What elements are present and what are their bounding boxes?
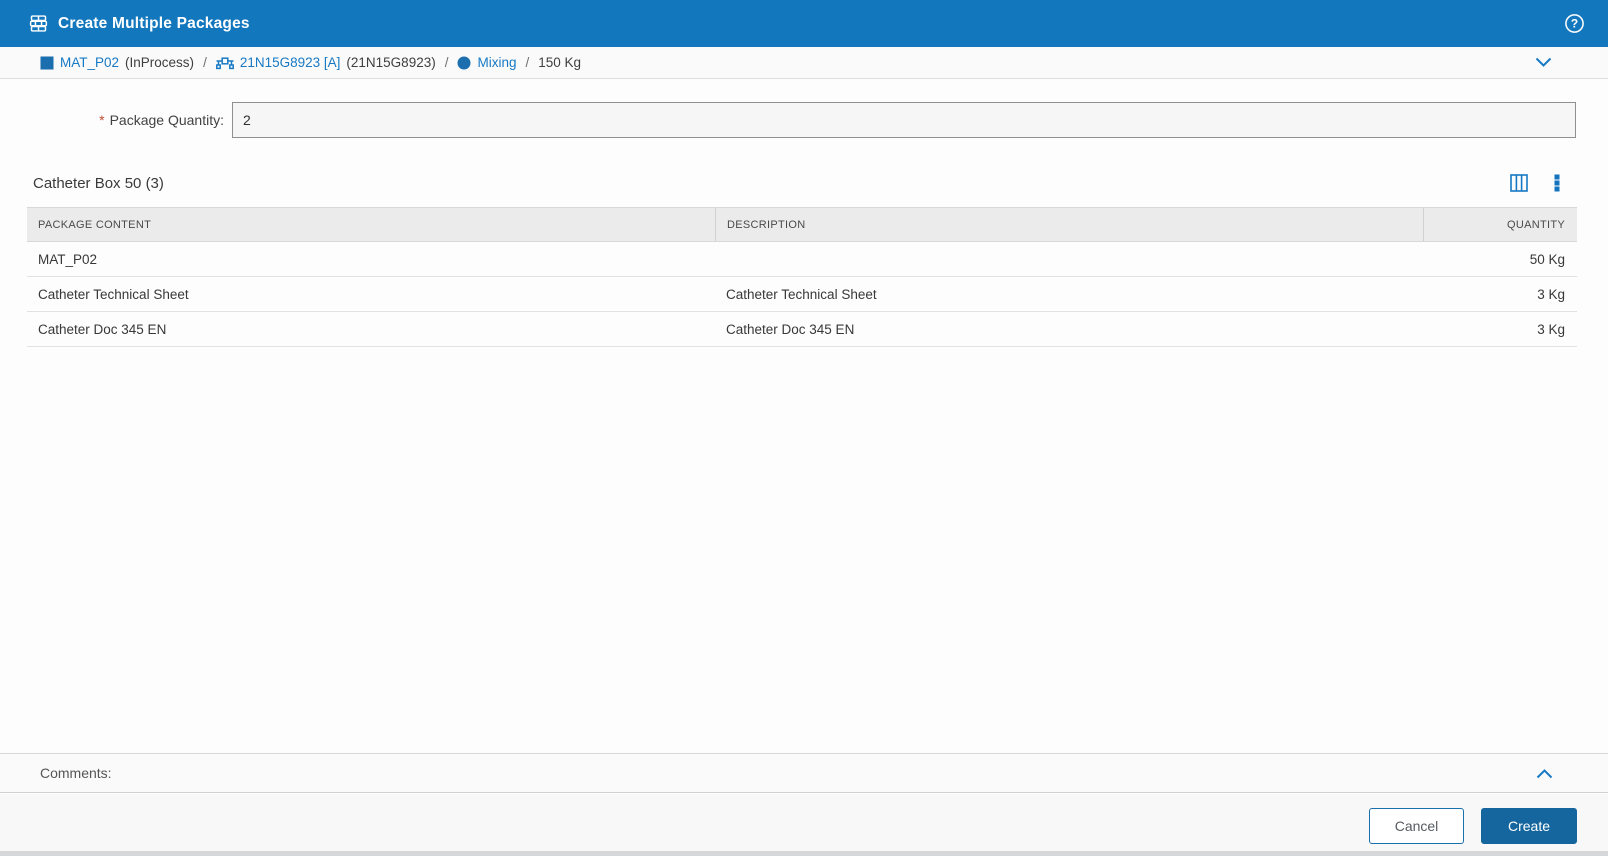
package-quantity-row: * Package Quantity: — [0, 101, 1608, 139]
comments-label: Comments: — [40, 765, 112, 781]
context-quantity: 150 Kg — [538, 55, 582, 70]
cancel-button[interactable]: Cancel — [1369, 808, 1464, 844]
table-row[interactable]: Catheter Doc 345 EN Catheter Doc 345 EN … — [27, 312, 1577, 347]
cell-description: Catheter Doc 345 EN — [726, 321, 855, 337]
comments-collapse-chevron-up-icon[interactable] — [1536, 768, 1553, 779]
step-circle-icon — [457, 56, 471, 70]
column-chooser-icon[interactable] — [1510, 174, 1528, 192]
cell-package-content: MAT_P02 — [38, 251, 98, 267]
package-quantity-label: * Package Quantity: — [99, 112, 224, 128]
column-header-quantity[interactable]: QUANTITY — [1423, 208, 1577, 241]
table-header-row: PACKAGE CONTENT DESCRIPTION QUANTITY — [27, 207, 1577, 242]
svg-text:?: ? — [1571, 17, 1578, 31]
comments-bar[interactable]: Comments: — [0, 753, 1608, 793]
breadcrumb-item-quantity: 150 Kg — [538, 55, 581, 70]
package-section-title: Catheter Box 50 (3) — [33, 174, 164, 192]
cell-package-content: Catheter Technical Sheet — [38, 286, 189, 302]
cell-quantity: 3 Kg — [1537, 321, 1565, 337]
required-asterisk: * — [99, 112, 105, 128]
column-header-description[interactable]: DESCRIPTION — [715, 208, 1423, 241]
page-title: Create Multiple Packages — [58, 14, 250, 32]
step-link[interactable]: Mixing — [477, 55, 516, 70]
breadcrumb: MAT_P02 (InProcess) / 21N15G8923 [A] (21… — [0, 47, 1608, 79]
package-content-table: PACKAGE CONTENT DESCRIPTION QUANTITY MAT… — [27, 207, 1577, 347]
kebab-menu-icon[interactable] — [1554, 174, 1560, 192]
table-row[interactable]: MAT_P02 50 Kg — [27, 242, 1577, 277]
cell-quantity: 50 Kg — [1529, 251, 1565, 267]
context-expand-chevron-down-icon[interactable] — [1535, 57, 1552, 68]
material-square-icon — [40, 56, 54, 70]
material-link[interactable]: MAT_P02 — [60, 55, 119, 70]
cell-quantity: 3 Kg — [1537, 286, 1565, 302]
column-header-package-content[interactable]: PACKAGE CONTENT — [27, 208, 715, 241]
sublot-alt-id: (21N15G8923) — [346, 55, 436, 70]
footer-action-bar: Cancel Create — [0, 794, 1608, 856]
table-row[interactable]: Catheter Technical Sheet Catheter Techni… — [27, 277, 1577, 312]
breadcrumb-separator: / — [444, 55, 449, 70]
help-icon[interactable]: ? — [1564, 13, 1585, 34]
breadcrumb-separator: / — [525, 55, 530, 70]
breadcrumb-item-sublot: 21N15G8923 [A] (21N15G8923) — [215, 55, 436, 70]
window-bottom-edge — [0, 851, 1608, 856]
package-section-header: Catheter Box 50 (3) — [33, 169, 1560, 197]
create-button[interactable]: Create — [1481, 808, 1577, 844]
sublot-link[interactable]: 21N15G8923 [A] — [240, 55, 341, 70]
breadcrumb-item-step: Mixing — [457, 55, 517, 70]
breadcrumb-separator: / — [203, 55, 207, 70]
breadcrumb-item-material: MAT_P02 (InProcess) — [40, 55, 194, 70]
cell-description: Catheter Technical Sheet — [726, 286, 877, 302]
material-state: (InProcess) — [125, 55, 195, 70]
cell-package-content: Catheter Doc 345 EN — [38, 321, 167, 337]
sublot-icon — [215, 55, 234, 70]
packages-stack-icon — [28, 13, 49, 34]
package-quantity-input[interactable] — [232, 102, 1576, 138]
title-bar: Create Multiple Packages ? — [0, 0, 1608, 47]
